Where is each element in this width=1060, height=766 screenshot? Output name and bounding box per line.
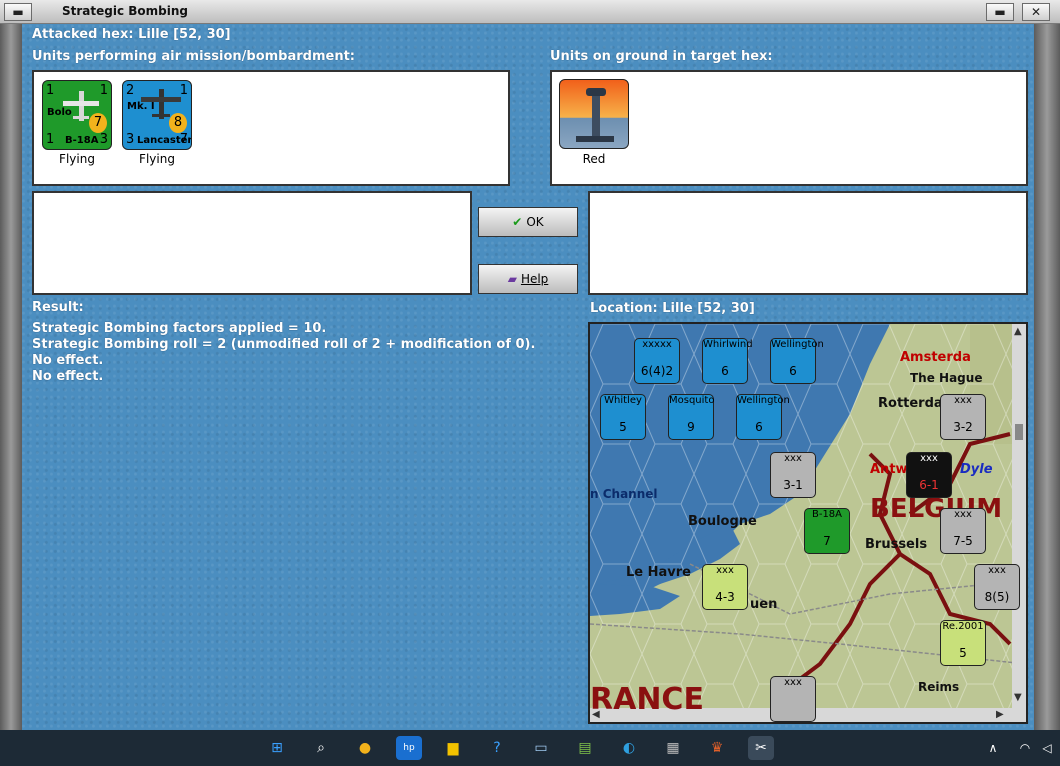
window-title: Strategic Bombing: [62, 4, 188, 18]
map-label-amsterdam: Amsterda: [900, 350, 971, 365]
air-units-label: Units performing air mission/bombardment…: [32, 49, 356, 64]
ground-message-panel: [588, 191, 1028, 295]
map-label-reims: Reims: [918, 680, 960, 694]
scroll-up-icon[interactable]: ▲: [1014, 326, 1022, 337]
snip-icon[interactable]: ✂: [748, 736, 774, 760]
map-unit-counter[interactable]: Whirlwind 6: [702, 338, 753, 384]
map-label-rotterdam: Rotterda: [878, 396, 943, 411]
windows-icon[interactable]: ⊞: [264, 736, 290, 760]
minimize-button[interactable]: ▬: [986, 3, 1014, 21]
air-unit-counter-bolo[interactable]: 1 1 Bolo 7 1 B-18A 3: [42, 80, 112, 150]
air-message-panel: [32, 191, 472, 295]
close-icon: ✕: [1030, 5, 1042, 19]
result-line: No effect.: [32, 353, 104, 368]
result-line: Strategic Bombing roll = 2 (unmodified r…: [32, 337, 536, 352]
scroll-down-icon[interactable]: ▼: [1014, 692, 1022, 703]
map-unit-counter[interactable]: xxx 8(5): [974, 564, 1020, 610]
folder-icon[interactable]: ▆: [440, 736, 466, 760]
minimize-icon: ▬: [994, 5, 1006, 19]
map-label-antwerp: Antw: [870, 462, 908, 477]
result-line: No effect.: [32, 369, 104, 384]
map-unit-counter[interactable]: Mosquito 9: [668, 394, 714, 440]
help-button[interactable]: ▰ Help: [478, 264, 578, 294]
attacked-hex-label: Attacked hex: Lille [52, 30]: [32, 27, 231, 42]
map-unit-counter[interactable]: xxx 6-1: [906, 452, 952, 498]
dialog-body: Attacked hex: Lille [52, 30] Units perfo…: [22, 24, 1034, 730]
scroll-right-icon[interactable]: ▶: [996, 709, 1004, 720]
map-label-brussels: Brussels: [865, 537, 928, 552]
map-label-france: RANCE: [590, 682, 704, 717]
scroll-left-icon[interactable]: ◀: [592, 709, 600, 720]
location-label: Location: Lille [52, 30]: [590, 301, 755, 316]
window-titlebar: ▬ Strategic Bombing ▬ ✕: [0, 0, 1060, 24]
map-label-boulogne: Boulogne: [688, 514, 757, 529]
result-label: Result:: [32, 300, 84, 315]
window-frame-right: [1034, 24, 1060, 730]
game-icon[interactable]: ♛: [704, 736, 730, 760]
map-unit-counter[interactable]: Wellington 6: [770, 338, 824, 384]
map-unit-counter[interactable]: xxxxx 6(4)2: [634, 338, 680, 384]
chrome-icon[interactable]: ●: [352, 736, 378, 760]
map-unit-counter[interactable]: B-18A 7: [804, 508, 850, 554]
minus-icon: ▬: [12, 5, 24, 19]
help-icon[interactable]: ?: [484, 736, 510, 760]
map-unit-counter[interactable]: xxx 3-1: [770, 452, 816, 498]
map-label-the-hague: The Hague: [910, 371, 983, 385]
map-unit-counter[interactable]: xxx: [770, 676, 816, 722]
map-unit-counter[interactable]: xxx 7-5: [940, 508, 986, 554]
map-label-dyle: Dyle: [960, 462, 993, 477]
map-unit-counter[interactable]: Wellington 6: [736, 394, 790, 440]
notes-icon[interactable]: ▤: [572, 736, 598, 760]
map-label-rouen: uen: [750, 597, 778, 612]
system-menu-button[interactable]: ▬: [4, 3, 32, 21]
taskbar: ⊞ ⌕ ● hp ▆ ? ▭ ▤ ◐ ▦ ♛ ✂ ∧ ◠ ◁: [0, 730, 1060, 766]
window-frame-left: [0, 24, 22, 730]
close-button[interactable]: ✕: [1022, 3, 1050, 21]
book-icon: ▰: [507, 272, 517, 286]
map-unit-counter[interactable]: Whitley 5: [600, 394, 646, 440]
mini-map[interactable]: Amsterda The Hague Rotterda Antw Dyle n …: [588, 322, 1028, 724]
search-icon[interactable]: ⌕: [308, 736, 334, 760]
result-line: Strategic Bombing factors applied = 10.: [32, 321, 327, 336]
air-unit-counter-lancaster[interactable]: 2 1 Mk. I 8 3 Lancaster 7: [122, 80, 192, 150]
ground-units-panel: Red: [550, 70, 1028, 186]
calculator-icon[interactable]: ▦: [660, 736, 686, 760]
air-units-panel: 1 1 Bolo 7 1 B-18A 3 Flying 2 1 Mk. I 8 …: [32, 70, 510, 186]
factory-icon: [576, 88, 614, 142]
ground-units-label: Units on ground in target hex:: [550, 49, 773, 64]
myhp-icon[interactable]: hp: [396, 736, 422, 760]
map-unit-counter[interactable]: xxx 4-3: [702, 564, 748, 610]
monitor-icon[interactable]: ▭: [528, 736, 554, 760]
map-unit-counter[interactable]: Re.2001 5: [940, 620, 986, 666]
volume-icon[interactable]: ◁: [1034, 736, 1060, 760]
ok-button[interactable]: ✔ OK: [478, 207, 578, 237]
air-unit-status-bolo: Flying: [59, 152, 95, 166]
ground-target-counter[interactable]: [559, 79, 629, 149]
air-unit-status-lancaster: Flying: [139, 152, 175, 166]
checkmark-icon: ✔: [512, 215, 523, 229]
chevron-up-icon[interactable]: ∧: [980, 736, 1006, 760]
map-unit-counter[interactable]: xxx 3-2: [940, 394, 986, 440]
map-label-le-havre: Le Havre: [626, 565, 691, 580]
ground-target-status: Red: [582, 152, 606, 166]
map-label-channel: n Channel: [590, 487, 658, 501]
edge-icon[interactable]: ◐: [616, 736, 642, 760]
